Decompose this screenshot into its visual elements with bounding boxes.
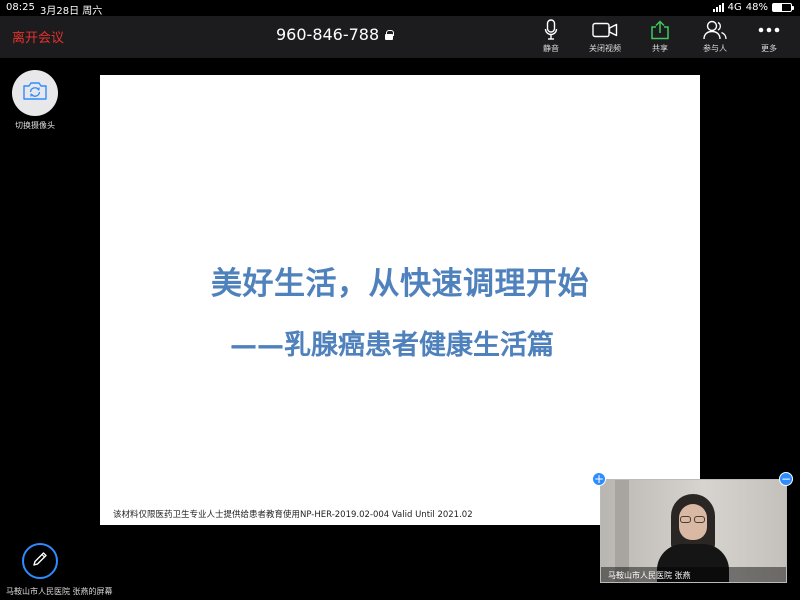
camera-switch-icon: [22, 81, 48, 105]
stop-video-button[interactable]: 关闭视频: [577, 19, 633, 57]
status-date: 3月28日 周六: [40, 6, 103, 17]
status-time: 08:25: [6, 2, 35, 13]
lock-icon: [385, 29, 395, 40]
slide-title: 美好生活，从快速调理开始: [211, 266, 589, 302]
screen-owner-label: 马鞍山市人民医院 张燕的屏幕: [6, 587, 113, 596]
switch-camera-label: 切换摄像头: [15, 121, 55, 130]
network-type: 4G: [727, 2, 742, 13]
share-button[interactable]: 共享: [632, 19, 688, 57]
signal-icon: [712, 3, 724, 12]
video-camera-icon: [592, 19, 618, 41]
slide-footer: 该材料仅限医药卫生专业人士提供给患者教育使用NP-HER-2019.02-004…: [113, 510, 473, 520]
battery-icon: [772, 3, 794, 12]
expand-video-button[interactable]: +: [592, 472, 606, 486]
participant-glasses: [680, 516, 706, 524]
meeting-id-display[interactable]: 960-846-788: [276, 25, 395, 44]
mute-label: 静音: [543, 44, 559, 53]
battery-percent: 48%: [745, 2, 768, 13]
leave-meeting-button[interactable]: 离开会议: [12, 27, 64, 46]
slide-subtitle: ——乳腺癌患者健康生活篇: [230, 330, 554, 361]
share-label: 共享: [652, 44, 668, 53]
more-label: 更多: [761, 44, 777, 53]
participants-button[interactable]: 参与人: [687, 19, 743, 57]
video-participant-name: 马鞍山市人民医院 张燕: [601, 567, 786, 582]
battery-fill: [773, 4, 782, 11]
pencil-icon: [32, 551, 48, 571]
participants-label: 参与人: [703, 44, 727, 53]
switch-camera-button[interactable]: [12, 70, 58, 116]
stop-video-label: 关闭视频: [589, 44, 621, 53]
shared-screen-slide[interactable]: 美好生活，从快速调理开始 ——乳腺癌患者健康生活篇 该材料仅限医药卫生专业人士提…: [100, 75, 700, 525]
participants-icon: [702, 19, 728, 41]
microphone-icon: [544, 19, 558, 41]
share-icon: [650, 19, 670, 41]
status-bar: 08:25 3月28日 周六 4G 48%: [0, 0, 800, 17]
meeting-toolbar: 离开会议 960-846-788 静音 关闭视频 共享 参与人 更多: [0, 16, 800, 58]
more-button[interactable]: 更多: [741, 19, 797, 57]
participant-video-thumbnail[interactable]: 马鞍山市人民医院 张燕: [600, 479, 787, 583]
more-dots-icon: [758, 19, 780, 41]
collapse-video-button[interactable]: −: [779, 472, 793, 486]
meeting-id: 960-846-788: [276, 25, 380, 44]
status-right: 4G 48%: [712, 2, 794, 13]
mute-button[interactable]: 静音: [523, 19, 579, 57]
annotate-button[interactable]: [22, 543, 58, 579]
